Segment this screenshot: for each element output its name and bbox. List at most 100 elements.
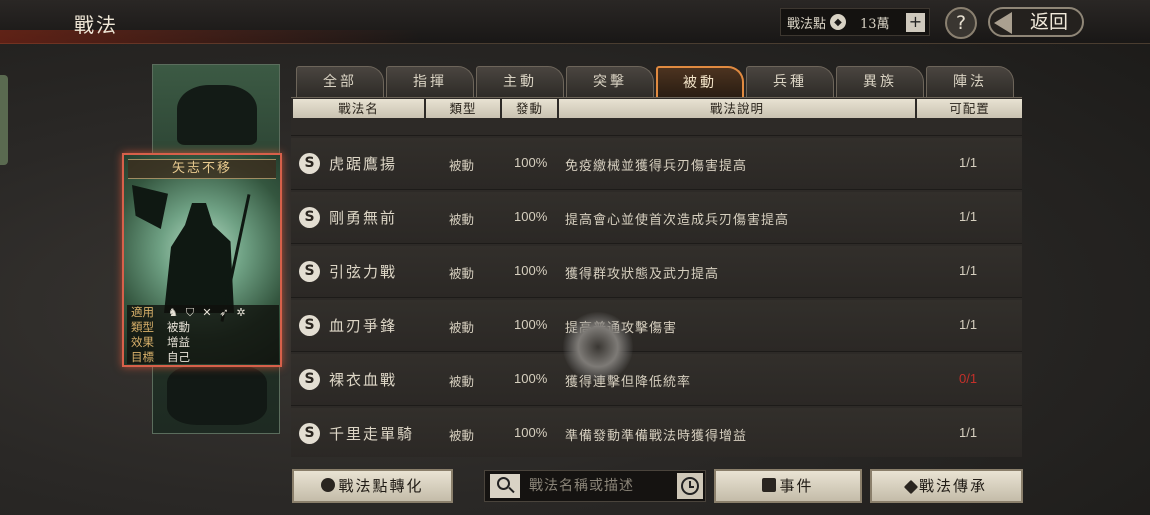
tactic-configurable: 1/1 (959, 155, 978, 170)
tactic-configurable: 1/1 (959, 263, 978, 278)
tactic-name: 裸衣血戰 (329, 371, 398, 389)
card-back-figure-lower (167, 365, 267, 425)
column-header-name[interactable]: 戰法名 (293, 99, 424, 118)
tactic-points-label: 戰法點 (787, 16, 827, 32)
convert-points-label: 戰法點轉化 (338, 477, 424, 495)
cavalry-icon: ♞ (168, 305, 178, 319)
tactic-description: 準備發動準備戰法時獲得增益 (565, 429, 748, 444)
tactic-category-tabs: 全部 指揮 主動 突擊 被動 兵種 異族 陣法 (296, 66, 1022, 97)
search-box (484, 470, 706, 502)
card-info-row-type: 類型 被動 (127, 320, 279, 335)
card-info-value: 被動 (167, 320, 190, 334)
card-info-panel: 適用 ♞ ⛉ ✕ ➶ ✲ 類型 被動 效果 增益 目標 自己 (127, 305, 279, 364)
siege-icon: ✲ (236, 305, 246, 319)
loading-spinner (563, 312, 633, 382)
applicable-troop-icons: ♞ ⛉ ✕ ➶ ✲ (167, 305, 247, 320)
event-label: 事件 (779, 477, 814, 495)
search-input[interactable] (529, 475, 669, 497)
convert-points-button[interactable]: 戰法點轉化 (292, 469, 453, 503)
table-row[interactable]: S 千里走單騎 被動 100% 準備發動準備戰法時獲得增益 1/1 (291, 408, 1022, 457)
card-info-row-target: 目標 自己 (127, 350, 279, 365)
card-flag-art (132, 185, 168, 229)
spear-icon: ➶ (219, 305, 229, 319)
table-row[interactable]: S 裸衣血戰 被動 100% 獲得連擊但降低統率 0/1 (291, 354, 1022, 406)
tab-troop[interactable]: 兵種 (746, 66, 834, 97)
inherit-tactic-button[interactable]: 戰法傳承 (870, 469, 1023, 503)
tactic-type: 被動 (449, 212, 475, 227)
column-header-rate[interactable]: 發動 (502, 99, 557, 118)
tab-active[interactable]: 主動 (476, 66, 564, 97)
table-row[interactable]: S 虎踞鷹揚 被動 100% 免疫繳械並獲得兵刃傷害提高 1/1 (291, 138, 1022, 190)
tactic-type: 被動 (449, 320, 475, 335)
event-button[interactable]: 事件 (714, 469, 862, 503)
tab-all[interactable]: 全部 (296, 66, 384, 97)
add-points-button[interactable]: + (906, 13, 925, 32)
tactic-description: 獲得群攻狀態及武力提高 (565, 267, 720, 282)
grade-badge: S (299, 153, 320, 174)
page-title: 戰法 (74, 13, 118, 37)
tactic-trigger-rate: 100% (514, 317, 548, 332)
tab-foreign[interactable]: 異族 (836, 66, 924, 97)
column-header-type[interactable]: 類型 (426, 99, 500, 118)
flame-icon (321, 478, 336, 492)
tactic-points-icon: ◆ (830, 14, 847, 30)
tactic-points-display: 戰法點 ◆ 13萬 + (780, 8, 930, 36)
tactic-table: 戰法名 類型 發動 戰法說明 可配置 S 虎踞鷹揚被動 100% 免疫繳械並獲得兵刃傷… (291, 97, 1022, 457)
tactic-type: 被動 (449, 428, 475, 443)
grade-badge: S (299, 423, 320, 444)
tab-assault[interactable]: 突擊 (566, 66, 654, 97)
tactic-trigger-rate: 100% (514, 263, 548, 278)
table-header: 戰法名 類型 發動 戰法說明 可配置 (291, 98, 1022, 118)
card-info-key: 類型 (131, 320, 154, 334)
card-title: 矢志不移 (128, 159, 276, 179)
history-clock-icon[interactable] (677, 473, 703, 499)
grade-badge: S (299, 315, 320, 336)
tactic-configurable: 1/1 (959, 425, 978, 440)
back-arrow-icon (994, 12, 1012, 34)
tactic-name: 虎踞鷹揚 (329, 155, 398, 173)
tab-formation[interactable]: 陣法 (926, 66, 1014, 97)
side-drawer-handle[interactable] (0, 75, 8, 165)
tactic-type: 被動 (449, 266, 475, 281)
tactic-configurable: 0/1 (959, 371, 978, 386)
tactic-trigger-rate: 100% (514, 425, 548, 440)
tab-passive[interactable]: 被動 (656, 66, 744, 97)
back-button[interactable]: 返回 (988, 7, 1084, 37)
grade-badge: S (299, 369, 320, 390)
selected-tactic-card[interactable]: 矢志不移 適用 ♞ ⛉ ✕ ➶ ✲ 類型 被動 效果 增益 目標 自己 (122, 153, 282, 367)
table-row[interactable]: S 引弦力戰 被動 100% 獲得群攻狀態及武力提高 1/1 (291, 246, 1022, 298)
card-info-row-effect: 效果 增益 (127, 335, 279, 350)
tactic-points-value: 13萬 (860, 16, 890, 32)
tactic-trigger-rate: 100% (514, 209, 548, 224)
tactic-trigger-rate: 100% (514, 371, 548, 386)
table-row-partial (291, 120, 1022, 136)
tactic-name: 千里走單騎 (329, 425, 415, 443)
hammer-icon (903, 479, 919, 495)
title-glow (0, 30, 420, 44)
tactic-trigger-rate: 100% (514, 155, 548, 170)
help-button[interactable]: ? (945, 7, 977, 39)
tactic-configurable: 1/1 (959, 317, 978, 332)
card-back-figure (177, 85, 257, 145)
grade-badge: S (299, 207, 320, 228)
tab-command[interactable]: 指揮 (386, 66, 474, 97)
back-label: 返回 (1029, 11, 1068, 33)
tactic-configurable: 1/1 (959, 209, 978, 224)
column-header-configurable[interactable]: 可配置 (917, 99, 1022, 118)
card-info-value: 增益 (167, 335, 190, 349)
search-icon[interactable] (490, 474, 520, 498)
table-row[interactable]: S血刃爭鋒被動100%提高普通攻擊傷害1/1 (291, 300, 1022, 352)
shield-icon: ⛉ (185, 305, 195, 319)
table-row[interactable]: S 剛勇無前 被動 100% 提高會心並使首次造成兵刃傷害提高 1/1 (291, 192, 1022, 244)
tactic-type: 被動 (449, 374, 475, 389)
tactic-description: 免疫繳械並獲得兵刃傷害提高 (565, 159, 748, 174)
tactic-name: 引弦力戰 (329, 263, 398, 281)
tactic-name: 剛勇無前 (329, 209, 398, 227)
card-info-value: 自己 (167, 350, 190, 364)
card-warrior-art (164, 203, 234, 313)
grade-badge: S (299, 261, 320, 282)
column-header-description[interactable]: 戰法說明 (559, 99, 915, 118)
top-bar: 戰法 戰法點 ◆ 13萬 + ? 返回 (0, 0, 1150, 44)
card-info-row-applicable: 適用 ♞ ⛉ ✕ ➶ ✲ (127, 305, 279, 320)
inherit-tactic-label: 戰法傳承 (918, 477, 987, 495)
